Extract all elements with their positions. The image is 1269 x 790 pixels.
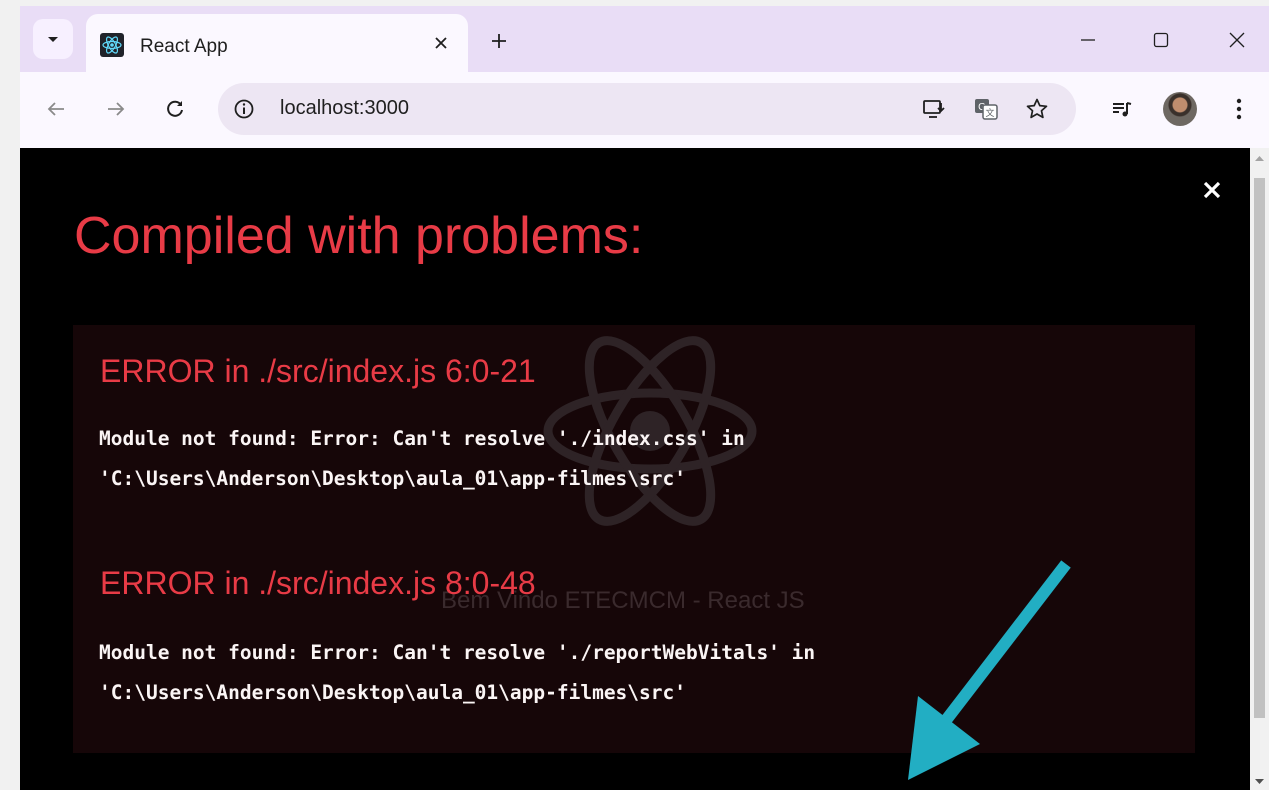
site-info-button[interactable] — [230, 95, 258, 123]
tab-search-button[interactable] — [33, 19, 73, 59]
translate-icon: G文 — [975, 99, 998, 120]
plus-icon — [492, 34, 506, 48]
close-icon — [435, 37, 447, 49]
bookmark-button[interactable] — [1021, 93, 1053, 125]
media-queue-icon — [1113, 102, 1132, 117]
annotation-arrow — [908, 560, 1071, 780]
tab-close-button[interactable] — [426, 28, 456, 58]
error-heading-1: ERROR in ./src/index.js 6:0-21 — [100, 353, 536, 389]
address-bar[interactable]: localhost:3000 G文 — [218, 83, 1076, 135]
tab-title: React App — [140, 36, 228, 57]
reload-button[interactable] — [155, 89, 195, 129]
close-window-button[interactable] — [1217, 22, 1257, 58]
kebab-menu-icon — [1236, 98, 1242, 120]
media-controls-button[interactable] — [1102, 89, 1142, 129]
maximize-icon — [1153, 32, 1169, 48]
arrow-right-icon — [108, 102, 125, 116]
tab-strip: React App — [20, 6, 1269, 72]
back-button[interactable] — [36, 89, 76, 129]
browser-window: React App localhost:3000 G 文 Compiled wi… — [20, 6, 1269, 790]
react-logo-icon — [100, 33, 124, 57]
scroll-down-icon[interactable] — [1254, 778, 1265, 786]
forward-button[interactable] — [96, 89, 136, 129]
profile-avatar[interactable] — [1163, 92, 1197, 126]
svg-text:文: 文 — [985, 107, 994, 118]
install-icon — [923, 100, 945, 118]
install-app-button[interactable] — [918, 93, 950, 125]
close-icon — [1203, 181, 1221, 199]
new-tab-button[interactable] — [482, 24, 516, 58]
reload-icon — [167, 100, 183, 117]
error-message-1-line1: Module not found: Error: Can't resolve '… — [99, 427, 745, 450]
scrollbar-thumb[interactable] — [1254, 178, 1265, 718]
arrow-left-icon — [47, 102, 64, 116]
info-icon — [234, 99, 254, 119]
star-icon — [1026, 98, 1048, 119]
translate-button[interactable]: G文 — [970, 93, 1002, 125]
url-text[interactable]: localhost:3000 — [280, 97, 409, 120]
maximize-button[interactable] — [1141, 22, 1181, 58]
error-message-1-line2: 'C:\Users\Anderson\Desktop\aula_01\app-f… — [99, 467, 686, 490]
error-heading-2: ERROR in ./src/index.js 8:0-48 — [100, 565, 536, 601]
minimize-icon — [1081, 39, 1095, 41]
minimize-button[interactable] — [1068, 22, 1108, 58]
error-message-2-line1: Module not found: Error: Can't resolve '… — [99, 641, 816, 664]
navigation-toolbar: localhost:3000 G文 — [20, 72, 1269, 148]
chevron-down-icon — [48, 37, 58, 42]
scroll-up-icon[interactable] — [1254, 154, 1265, 162]
error-message-2-line2: 'C:\Users\Anderson\Desktop\aula_01\app-f… — [99, 681, 686, 704]
page-viewport: Compiled with problems: Bem Vindo ETECMC… — [20, 148, 1250, 790]
chrome-menu-button[interactable] — [1219, 89, 1259, 129]
overlay-title: Compiled with problems: — [74, 207, 644, 265]
overlay-close-button[interactable] — [1198, 176, 1226, 204]
vertical-scrollbar[interactable] — [1250, 148, 1269, 790]
tab-react-app[interactable]: React App — [86, 14, 468, 72]
close-icon — [1229, 32, 1245, 48]
